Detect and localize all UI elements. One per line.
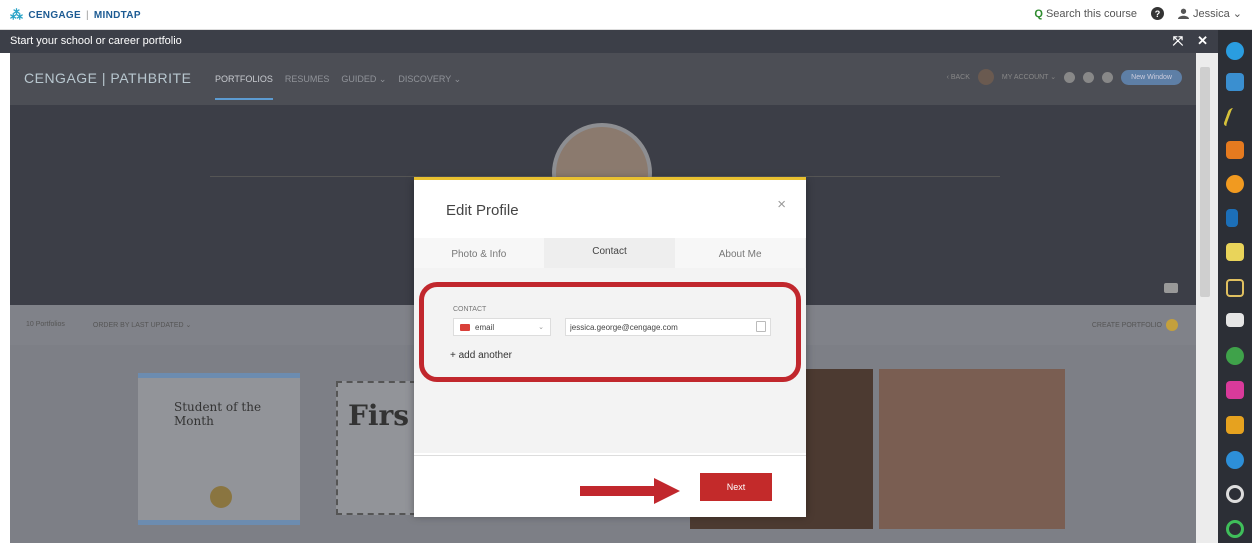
chart-icon[interactable] (1226, 451, 1244, 469)
logo-separator: | (85, 9, 89, 21)
pathbrite-brand[interactable]: CENGAGE | PATHBRITE (24, 70, 191, 86)
app-dock (1218, 30, 1252, 543)
tab-about-me[interactable]: About Me (675, 238, 807, 268)
nav-resumes[interactable]: RESUMES (285, 74, 330, 100)
cengage-mindtap-logo[interactable]: ⁂ CENGAGE | MINDTAP (10, 7, 141, 23)
search-icon: Q (1034, 7, 1043, 20)
plus-icon (1166, 319, 1178, 331)
avatar[interactable] (977, 69, 994, 85)
s-app-icon[interactable] (1226, 347, 1244, 365)
presentation-icon[interactable] (1226, 381, 1244, 399)
notes-icon[interactable] (1226, 243, 1244, 261)
cengage-app-icon[interactable] (1226, 42, 1244, 60)
book-icon[interactable] (1226, 209, 1238, 227)
app-top-bar: ⁂ CENGAGE | MINDTAP Q Search this course… (0, 0, 1252, 30)
portfolio-count: 10 Portfolios (26, 321, 65, 328)
edit-profile-modal: Edit Profile × Photo & Info Contact Abou… (414, 177, 807, 517)
nav-guided[interactable]: GUIDED ⌄ (341, 74, 386, 100)
scrollbar-thumb[interactable] (1200, 67, 1210, 297)
help-icon[interactable]: ? (1151, 7, 1165, 20)
panel-title-bar: Start your school or career portfolio ⤧ … (0, 30, 1218, 53)
close-panel-icon[interactable]: ✕ (1197, 33, 1208, 49)
circle-app-icon[interactable] (1226, 520, 1244, 538)
pencil-icon[interactable] (1222, 108, 1248, 126)
next-button[interactable]: Next (700, 473, 772, 501)
nav-portfolios[interactable]: PORTFOLIOS (215, 74, 273, 100)
certificate-title: Student of the Month (174, 400, 262, 428)
top-right-controls: Q Search this course ? Jessica ⌄ (1034, 7, 1242, 20)
rss-icon[interactable] (1226, 141, 1244, 159)
new-window-button[interactable]: New Window (1121, 69, 1182, 85)
user-icon (1178, 8, 1190, 19)
first-title: Firs (348, 399, 410, 432)
tab-photo-info[interactable]: Photo & Info (414, 238, 545, 268)
cengage-logo-icon: ⁂ (10, 7, 24, 22)
contact-highlight-annotation (419, 282, 801, 382)
a-z-icon[interactable] (1226, 416, 1244, 434)
progress-icon[interactable] (1226, 175, 1244, 193)
briefcase-icon[interactable] (1226, 73, 1244, 91)
search-label: Search this course (1045, 7, 1138, 20)
panel-title: Start your school or career portfolio (10, 35, 182, 47)
portfolio-card-photo-2[interactable] (879, 369, 1065, 529)
gold-seal-icon (210, 486, 232, 508)
user-name: Jessica ⌄ (1193, 8, 1242, 20)
course-search[interactable]: Q Search this course (1034, 8, 1137, 20)
message-icon[interactable] (1226, 313, 1244, 327)
user-menu[interactable]: Jessica ⌄ (1178, 7, 1242, 20)
back-link[interactable]: ‹ BACK (947, 74, 970, 81)
sync-icon[interactable] (1064, 71, 1076, 83)
logo-text-cengage: CENGAGE (28, 9, 81, 21)
order-dropdown[interactable]: ORDER BY LAST UPDATED ⌄ (93, 321, 191, 329)
my-account-menu[interactable]: MY ACCOUNT ⌄ (1002, 73, 1056, 81)
camera-icon[interactable] (1164, 283, 1178, 293)
close-icon[interactable]: × (777, 196, 786, 213)
portfolio-card-first[interactable]: Firs (336, 381, 416, 515)
create-portfolio-button[interactable]: CREATE PORTFOLIO (1092, 319, 1178, 331)
share-icon[interactable] (1226, 279, 1244, 297)
nav-discovery[interactable]: DISCOVERY ⌄ (398, 74, 461, 100)
portfolio-card-certificate[interactable]: Student of the Month (138, 373, 300, 525)
modal-title: Edit Profile (446, 202, 519, 219)
tab-contact[interactable]: Contact (544, 238, 676, 268)
scrollbar[interactable] (1196, 53, 1218, 543)
arrow-right-icon (580, 478, 680, 504)
portfolio-nav: CENGAGE | PATHBRITE PORTFOLIOS RESUMES G… (10, 53, 1196, 105)
expand-icon[interactable]: ⤧ (1173, 33, 1183, 49)
create-portfolio-label: CREATE PORTFOLIO (1091, 321, 1162, 329)
bell-icon[interactable] (1083, 71, 1095, 83)
modal-tabs: Photo & Info Contact About Me (414, 238, 807, 268)
logo-text-mindtap: MINDTAP (93, 9, 141, 21)
search-app-icon[interactable] (1226, 485, 1244, 503)
help-circle-icon[interactable] (1102, 71, 1114, 83)
